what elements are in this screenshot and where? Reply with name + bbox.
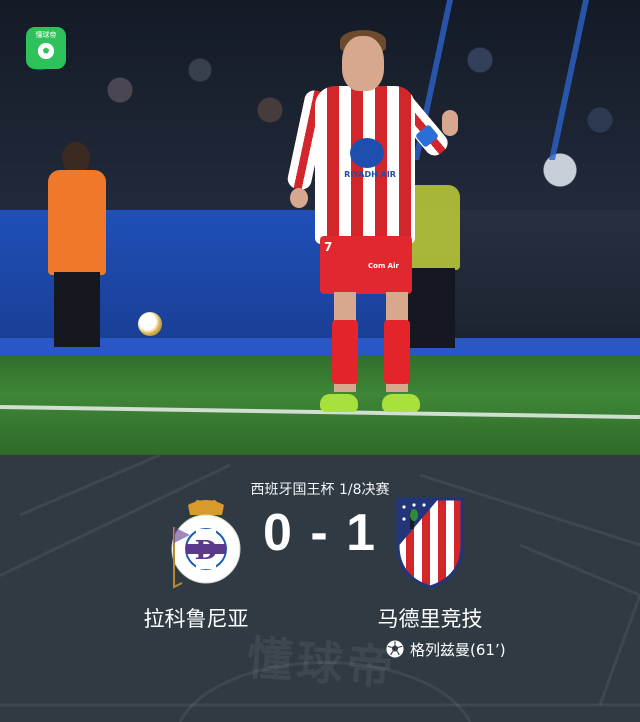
dongqiudi-logo: 懂球帝 [26,27,66,69]
player-right-boot [382,394,420,412]
away-team-name: 马德里竞技 [377,607,483,631]
steward-legs [54,272,100,347]
shorts-number: 7 [324,240,333,254]
player-left-sock [332,320,358,384]
player-left-hand [290,188,308,208]
svg-text:D: D [195,536,218,566]
shorts-sponsor: Com Air [368,262,399,270]
score-card: 懂球帝 西班牙国王杯 1/8决赛 D 0 - 1 拉科鲁尼亚 马德里竞技 格列兹… [0,455,640,722]
thumbs-up-hand [442,110,458,136]
player-left-boot [320,394,358,412]
player-right-sock [384,320,410,384]
home-team-name: 拉科鲁尼亚 [143,607,249,631]
football-icon [37,42,55,60]
player-head [342,36,384,91]
shirt-sponsor-text: RIYADH AIR [344,170,396,179]
shirt-sponsor-logo [350,138,384,168]
match-ball [138,312,162,336]
deportivo-crest-icon: D [171,500,241,589]
app-logo-text: 懂球帝 [35,31,57,39]
atletico-madrid-crest-icon [396,497,464,589]
player-griezmann: RIYADH AIR 7 Com Air [285,28,460,423]
football-icon [386,640,404,658]
match-photo: RIYADH AIR 7 Com Air 懂球帝 [0,0,640,455]
competition-label: 西班牙国王杯 1/8决赛 [250,482,390,498]
goal-scorer: 格列兹曼(61’) [386,638,506,660]
goal-scorer-text: 格列兹曼(61’) [410,640,506,659]
scoreline: 0 - 1 [262,504,378,562]
steward [48,170,106,275]
